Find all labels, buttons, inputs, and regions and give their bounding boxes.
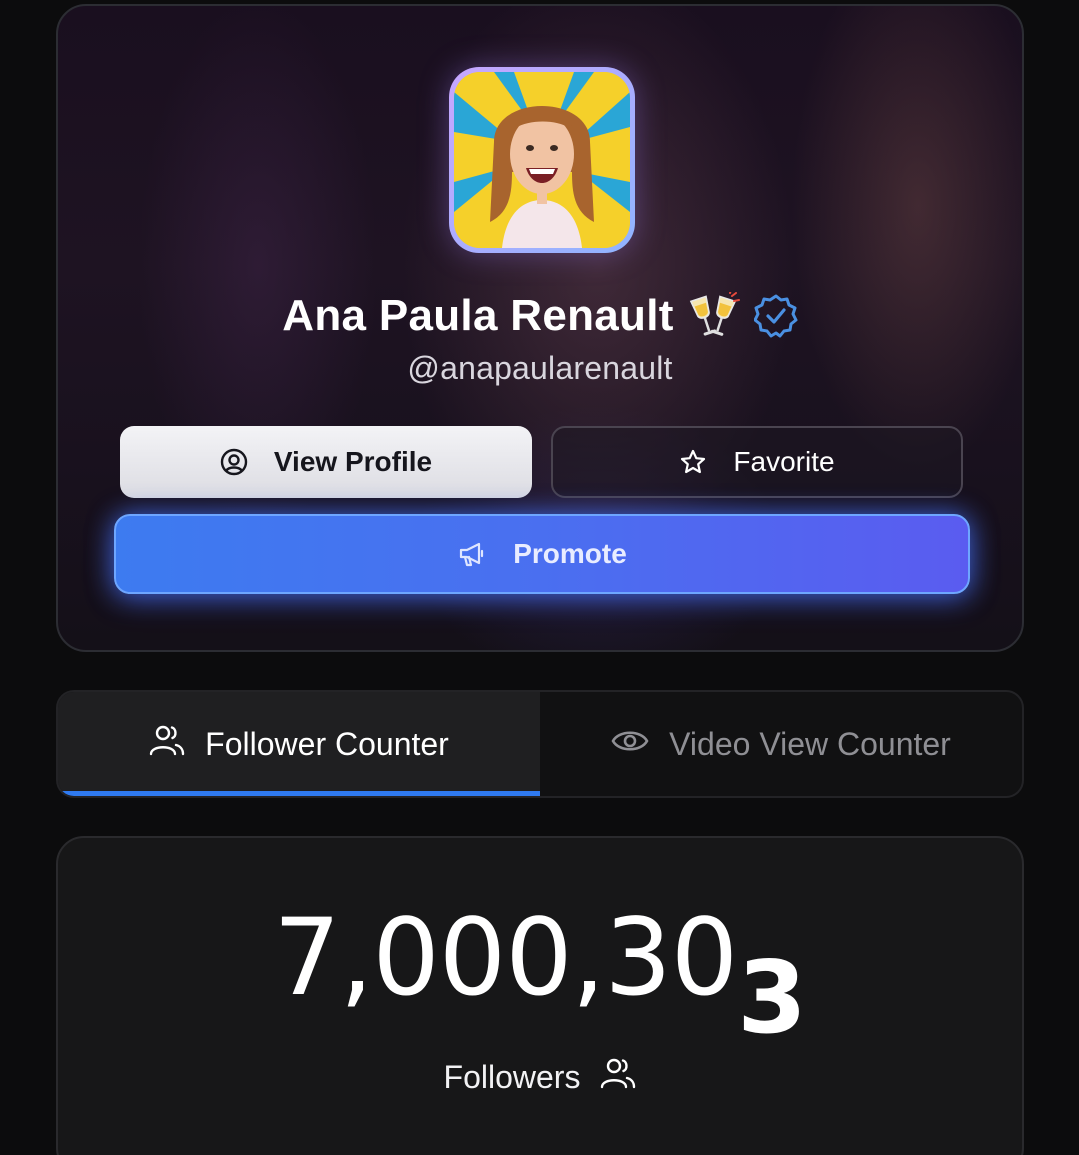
promote-button[interactable]: Promote [114,514,970,594]
favorite-label: Favorite [733,446,835,477]
users-icon [600,1056,636,1098]
tab-follower-counter[interactable]: Follower Counter [58,692,540,796]
follower-counter-card: 7,000,30 3 Followers [56,836,1024,1155]
favorite-button[interactable]: Favorite [551,426,963,498]
profile-name-row: Ana Paula Renault [58,286,1022,346]
megaphone-icon [457,539,487,569]
verified-badge-icon [753,294,798,338]
follower-count-digits: 7,000,30 [273,896,738,1019]
avatar[interactable] [449,67,635,253]
followers-label-row: Followers [58,1056,1022,1098]
followers-label: Followers [443,1058,581,1095]
view-profile-label: View Profile [273,446,433,477]
counter-tabs: Follower Counter Video View Counter [56,690,1024,798]
star-icon [679,448,707,476]
profile-photo [454,72,630,248]
clinking-glasses-icon [688,289,740,340]
users-icon [149,723,185,765]
tab-follower-counter-label: Follower Counter [205,725,449,762]
follower-count-rolling-digit: 3 [737,939,807,1056]
view-profile-button[interactable]: View Profile [120,426,532,498]
user-circle-icon [220,448,248,476]
tab-video-view-counter-label: Video View Counter [669,725,951,762]
profile-handle: @anapaularenault [407,350,673,386]
eye-icon [611,726,649,763]
profile-card: Ana Paula Renault @anapaularenault View … [56,4,1024,652]
follower-count: 7,000,30 3 [58,896,1022,1057]
profile-name: Ana Paula Renault [282,291,674,340]
tab-video-view-counter[interactable]: Video View Counter [540,692,1022,796]
promote-label: Promote [513,538,627,569]
